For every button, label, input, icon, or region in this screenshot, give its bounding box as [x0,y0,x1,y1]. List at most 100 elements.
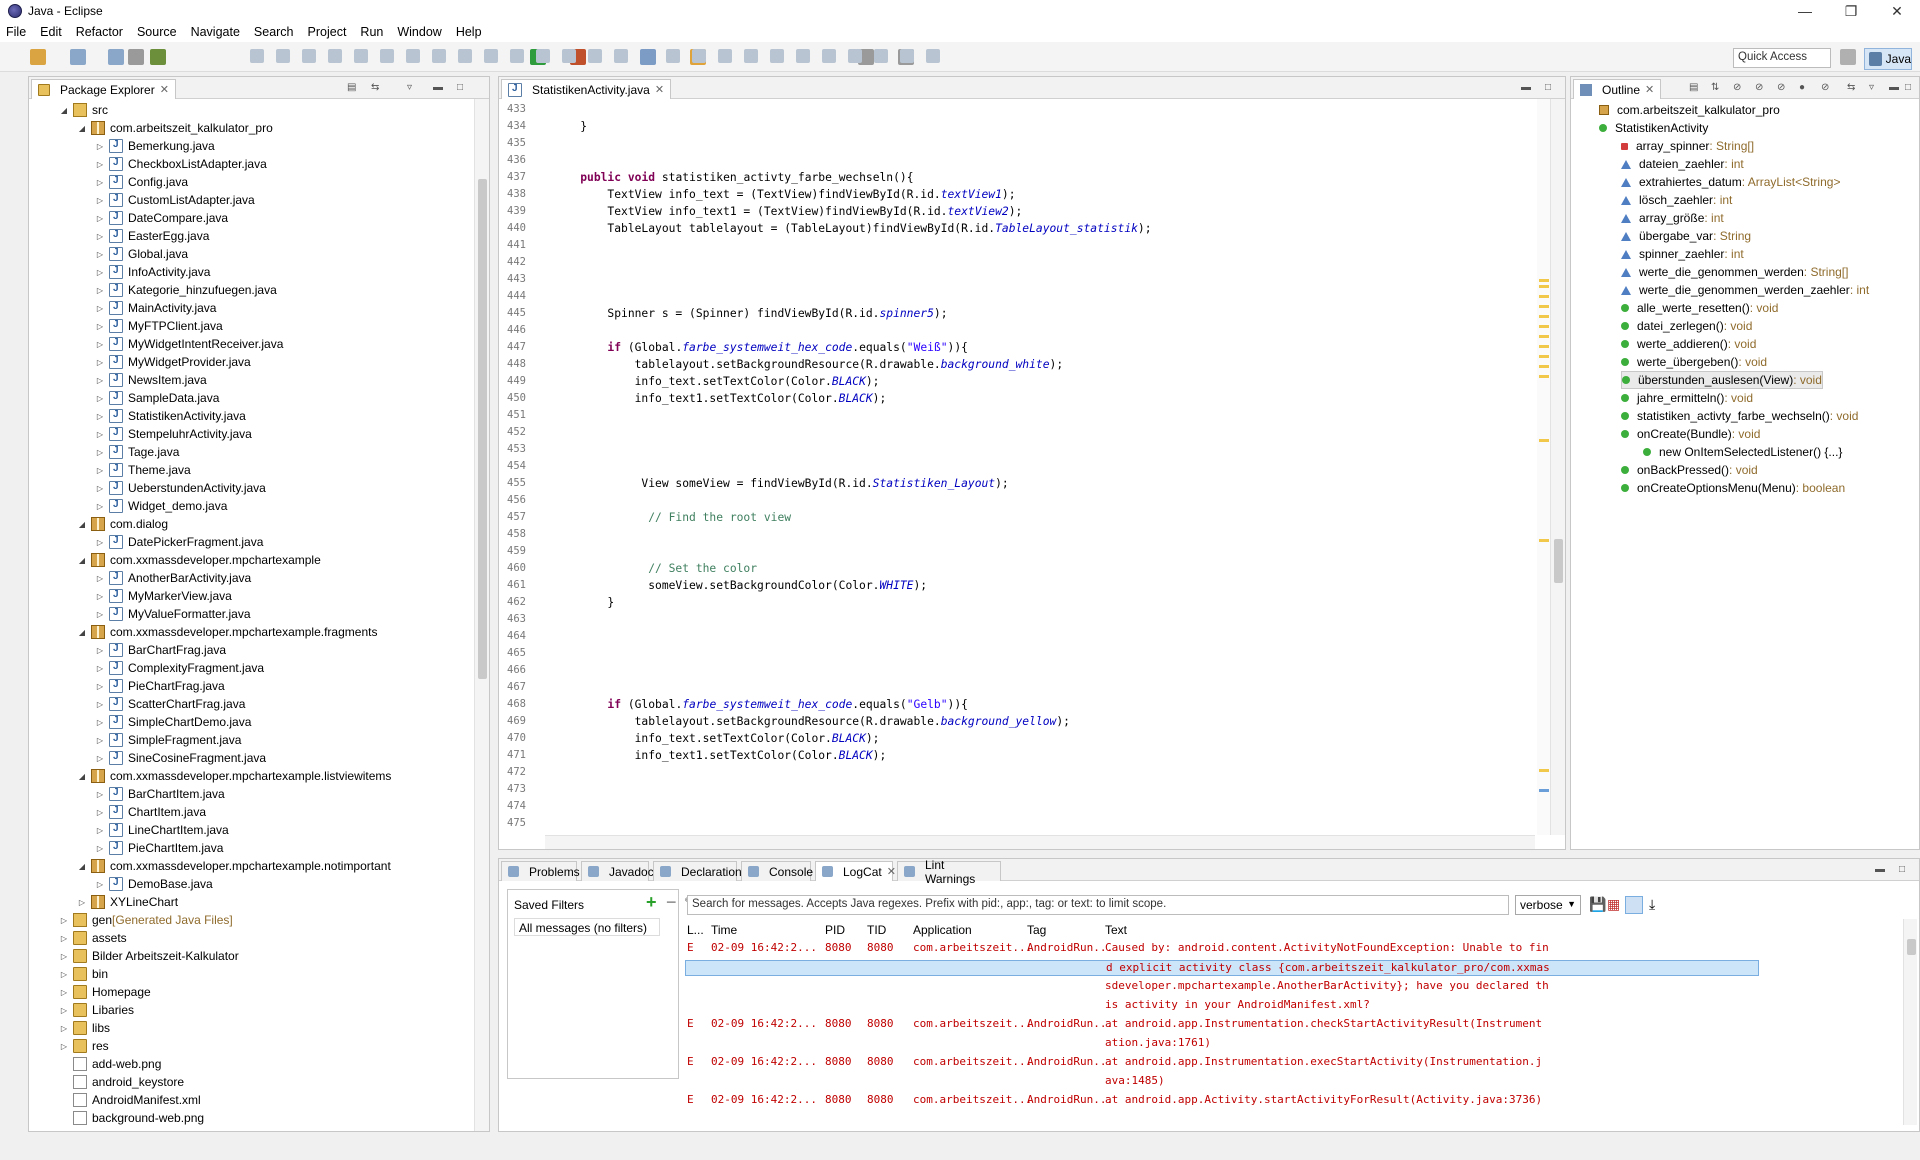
warning-marker[interactable] [1539,439,1549,442]
package-tree-item[interactable]: ◢ com.xxmassdeveloper.mpchartexample.list… [77,767,391,785]
collapsed-arrow-icon[interactable]: ▷ [95,754,105,763]
collapsed-arrow-icon[interactable]: ▷ [95,268,105,277]
collapsed-arrow-icon[interactable]: ▷ [95,610,105,619]
toolbar-tool-icon[interactable] [406,49,420,63]
toolbar-tool-icon[interactable] [458,49,472,63]
maximize-view-icon[interactable]: □ [1545,82,1551,93]
package-tree-item[interactable]: ▷ ChartItem.java [95,803,206,821]
collapsed-arrow-icon[interactable]: ▷ [95,196,105,205]
toolbar-tool-icon[interactable] [770,49,784,63]
open-type-icon[interactable] [640,49,656,65]
code-line[interactable]: Spinner s = (Spinner) findViewById(R.id.… [553,307,947,324]
outline-item[interactable]: datei_zerlegen() : void [1621,317,1752,335]
editor-horizontal-scrollbar[interactable] [545,835,1535,849]
warning-marker[interactable] [1539,325,1549,328]
menu-search[interactable]: Search [254,25,294,39]
package-tree-item[interactable]: ▷ Config.java [95,173,188,191]
package-tree-item[interactable]: ▷ NewsItem.java [95,371,207,389]
menu-file[interactable]: File [6,25,26,39]
package-tree-item[interactable]: ◢ com.dialog [77,515,168,533]
log-row[interactable]: is activity in your AndroidManifest.xml? [685,998,1899,1014]
package-tree-item[interactable]: ▷ MyWidgetIntentReceiver.java [95,335,283,353]
package-tree-item[interactable]: ▷ Tage.java [95,443,179,461]
package-tree-item[interactable]: android_keystore [59,1073,184,1091]
collapsed-arrow-icon[interactable]: ▷ [95,412,105,421]
warning-marker[interactable] [1539,375,1549,378]
expanded-arrow-icon[interactable]: ◢ [77,772,87,781]
tab-logcat[interactable]: LogCat ✕ [815,861,896,881]
remove-filter-icon[interactable]: − [666,892,677,913]
warning-marker[interactable] [1539,769,1549,772]
code-line[interactable]: if (Global.farbe_systemweit_hex_code.equ… [553,341,968,358]
outline-item[interactable]: statistiken_activty_farbe_wechseln() : v… [1621,407,1858,425]
package-tree-item[interactable]: ▷ MyValueFormatter.java [95,605,251,623]
warning-marker[interactable] [1539,305,1549,308]
collapsed-arrow-icon[interactable]: ▷ [95,700,105,709]
collapsed-arrow-icon[interactable]: ▷ [95,844,105,853]
package-tree-item[interactable]: ▷ InfoActivity.java [95,263,210,281]
package-tree-item[interactable]: ◢ src [59,101,108,119]
outline-item[interactable]: werte_übergeben() : void [1621,353,1767,371]
package-tree-item[interactable]: ▷ SineCosineFragment.java [95,749,266,767]
display-mode-icon[interactable] [1625,896,1643,914]
expanded-arrow-icon[interactable]: ◢ [59,106,69,115]
warning-marker[interactable] [1539,355,1549,358]
minimize-view-icon[interactable]: ▬ [433,82,443,93]
collapsed-arrow-icon[interactable]: ▷ [95,574,105,583]
package-tree-item[interactable]: ▷ AnotherBarActivity.java [95,569,251,587]
log-column-header[interactable]: L... [687,923,704,937]
java-perspective-button[interactable]: Java [1864,48,1912,70]
menu-project[interactable]: Project [308,25,347,39]
collapsed-arrow-icon[interactable]: ▷ [95,394,105,403]
toolbar-tool-icon[interactable] [692,49,706,63]
package-tree-item[interactable]: ▷ Bilder Arbeitszeit-Kalkulator [59,947,239,965]
collapse-all-icon[interactable]: ▤ [347,82,356,93]
view-menu-icon[interactable]: ▿ [407,82,412,93]
log-level-select[interactable]: verbose ▼ [1515,895,1581,915]
collapsed-arrow-icon[interactable]: ▷ [95,448,105,457]
collapsed-arrow-icon[interactable]: ▷ [95,340,105,349]
collapsed-arrow-icon[interactable]: ▷ [59,1024,69,1033]
tab-package-explorer[interactable]: Package Explorer ✕ [31,79,176,99]
package-tree-item[interactable]: add-web.png [59,1055,161,1073]
tab-lint-warnings[interactable]: Lint Warnings [897,858,1001,886]
toolbar-tool-icon[interactable] [848,49,862,63]
toolbar-tool-icon[interactable] [276,49,290,63]
toolbar-tool-icon[interactable] [588,49,602,63]
close-icon[interactable]: ✕ [1874,0,1920,22]
toolbar-tool-icon[interactable] [822,49,836,63]
collapsed-arrow-icon[interactable]: ▷ [95,880,105,889]
log-row[interactable]: ation.java:1761) [685,1036,1899,1052]
code-line[interactable]: } [553,596,614,613]
package-tree-item[interactable]: ▷ BarChartFrag.java [95,641,226,659]
package-tree-item[interactable]: ▷ gen [Generated Java Files] [59,911,233,929]
code-line[interactable]: someView.setBackgroundColor(Color.WHITE)… [553,579,927,596]
editor-scroll-thumb[interactable] [1554,539,1563,583]
code-line[interactable]: public void statistiken_activty_farbe_we… [553,171,913,188]
toolbar-tool-icon[interactable] [666,49,680,63]
collapsed-arrow-icon[interactable]: ▷ [95,214,105,223]
package-tree-item[interactable]: ▷ bin [59,965,108,983]
tab-problems[interactable]: Problems [501,861,580,881]
package-tree-item[interactable]: ▷ XYLineChart [77,893,178,911]
outline-item[interactable]: spinner_zaehler : int [1621,245,1744,263]
collapsed-arrow-icon[interactable]: ▷ [95,502,105,511]
collapsed-arrow-icon[interactable]: ▷ [95,142,105,151]
scroll-lock-icon[interactable]: ⤓ [1649,896,1655,913]
warning-marker[interactable] [1539,279,1549,282]
package-tree-item[interactable]: ▷ MyWidgetProvider.java [95,353,251,371]
package-tree-item[interactable]: ▷ Kategorie_hinzufuegen.java [95,281,277,299]
package-tree-item[interactable]: AndroidManifest.xml [59,1091,201,1109]
package-tree-item[interactable]: ▷ Widget_demo.java [95,497,227,515]
package-tree-item[interactable]: ▷ res [59,1037,109,1055]
outline-item[interactable]: werte_die_genommen_werden_zaehler : int [1621,281,1869,299]
collapsed-arrow-icon[interactable]: ▷ [77,898,87,907]
hide-static-icon[interactable]: ⊘ [1755,82,1763,93]
code-line[interactable]: // Find the root view [553,511,791,528]
tab-editor-file[interactable]: StatistikenActivity.java ✕ [501,79,672,99]
package-tree-item[interactable]: ▷ StatistikenActivity.java [95,407,246,425]
hide-nonpublic-icon[interactable]: ⊘ [1777,82,1785,93]
toolbar-tool-icon[interactable] [744,49,758,63]
save-log-icon[interactable]: 💾 [1589,896,1606,913]
tab-outline[interactable]: Outline ✕ [1573,79,1662,99]
